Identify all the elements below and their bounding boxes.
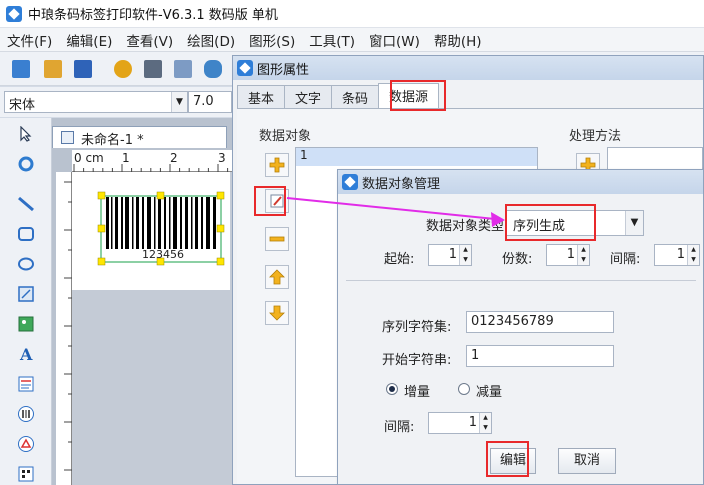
- annotation-arrow: [286, 197, 505, 227]
